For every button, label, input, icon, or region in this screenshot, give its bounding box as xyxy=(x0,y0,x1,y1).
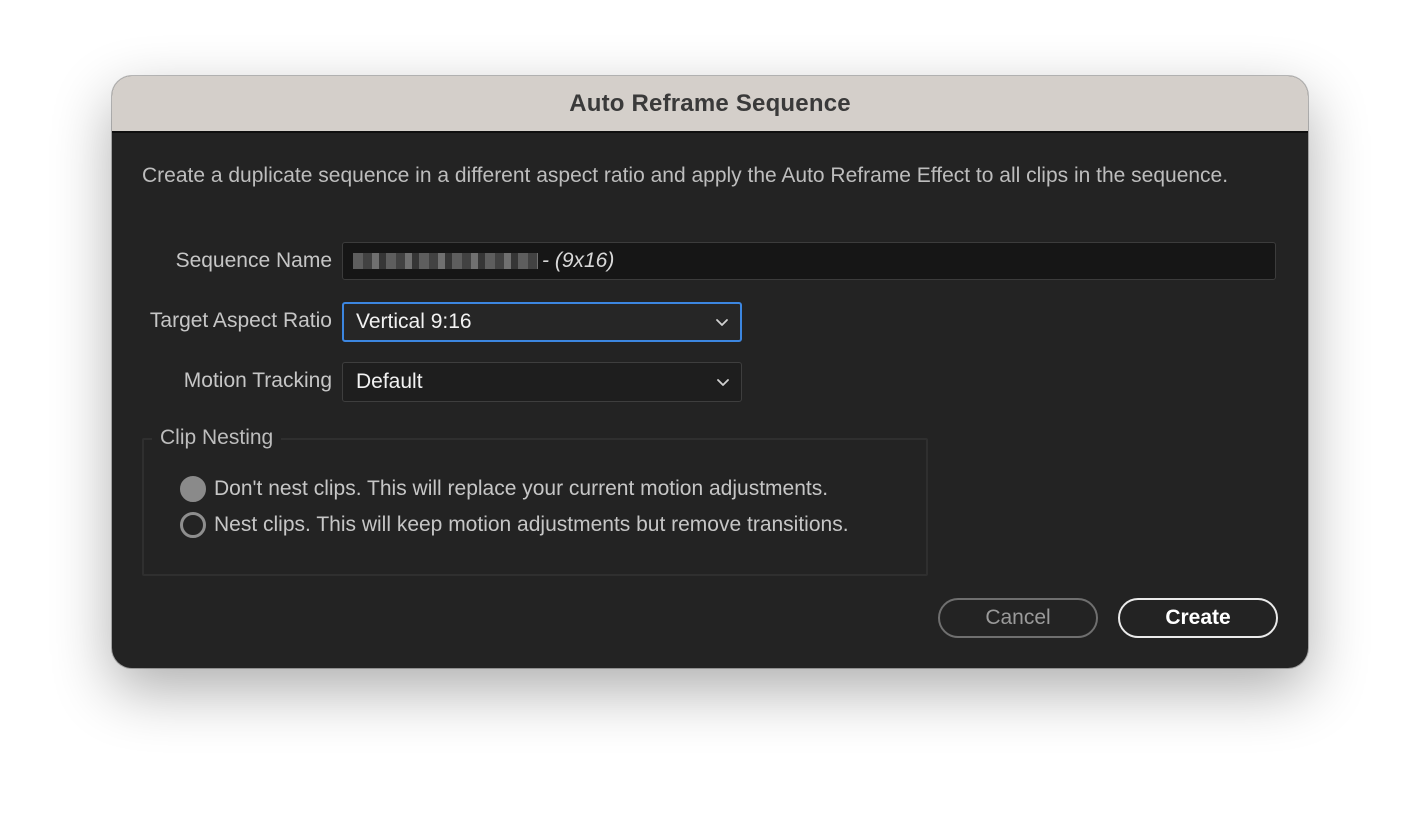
cancel-button[interactable]: Cancel xyxy=(938,598,1098,638)
clip-nesting-group xyxy=(142,438,928,576)
sequence-name-suffix: - (9x16) xyxy=(542,249,615,272)
motion-tracking-value: Default xyxy=(356,370,423,393)
motion-tracking-select[interactable]: Default xyxy=(342,362,742,402)
radio-selected-icon[interactable] xyxy=(180,476,206,502)
target-aspect-ratio-label: Target Aspect Ratio xyxy=(149,309,332,332)
radio-nest-label: Nest clips. This will keep motion adjust… xyxy=(214,513,849,536)
dialog-description: Create a duplicate sequence in a differe… xyxy=(142,164,1229,187)
radio-nest-clips[interactable]: Nest clips. This will keep motion adjust… xyxy=(180,512,849,538)
target-aspect-ratio-select[interactable]: Vertical 9:16 xyxy=(342,302,742,342)
sequence-name-input[interactable]: - (9x16) xyxy=(342,242,1276,280)
sequence-name-label: Sequence Name xyxy=(175,249,332,272)
chevron-down-icon xyxy=(717,379,729,386)
auto-reframe-dialog: Auto Reframe Sequence Create a duplicate… xyxy=(112,76,1308,668)
dialog-title: Auto Reframe Sequence xyxy=(569,89,851,117)
target-aspect-ratio-value: Vertical 9:16 xyxy=(356,310,472,333)
radio-dont-nest-clips[interactable]: Don't nest clips. This will replace your… xyxy=(180,476,828,502)
radio-unselected-icon[interactable] xyxy=(180,512,206,538)
create-button[interactable]: Create xyxy=(1118,598,1278,638)
chevron-down-icon xyxy=(716,319,728,326)
motion-tracking-label: Motion Tracking xyxy=(183,369,332,392)
clip-nesting-legend: Clip Nesting xyxy=(152,426,282,450)
dialog-titlebar: Auto Reframe Sequence xyxy=(112,76,1308,133)
redacted-name-text xyxy=(353,253,538,269)
radio-dont-nest-label: Don't nest clips. This will replace your… xyxy=(214,477,829,500)
